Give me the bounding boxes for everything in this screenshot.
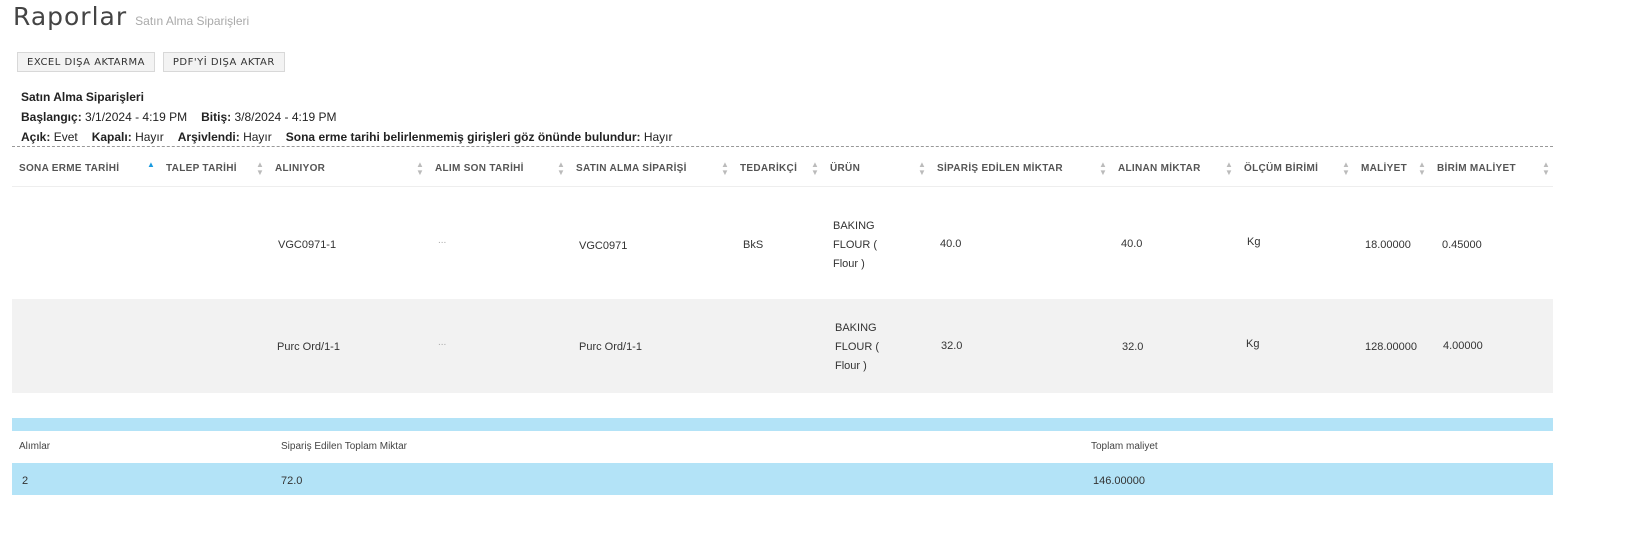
col-header-purchase-order[interactable]: SATIN ALMA SİPARİŞİ xyxy=(576,163,687,174)
page-title: Raporlar xyxy=(13,2,128,31)
sort-icon[interactable]: ▲ ▼ xyxy=(811,161,819,177)
summary-receipts-value: 2 xyxy=(22,475,29,487)
closed-value: Hayır xyxy=(135,130,164,144)
cell-cost: 18.00000 xyxy=(1365,239,1411,251)
col-header-request-date[interactable]: TALEP TARİHİ xyxy=(166,163,237,174)
sort-icon[interactable]: ▲ ▼ xyxy=(1225,161,1233,177)
page-subtitle: Satın Alma Siparişleri xyxy=(135,14,250,28)
cell-unit: Kg xyxy=(1247,236,1261,248)
sort-icon[interactable]: ▲ ▼ xyxy=(557,161,565,177)
cell-ordered-qty: 32.0 xyxy=(941,340,963,352)
col-header-receiving[interactable]: ALINIYOR xyxy=(275,163,325,174)
cell-deadline: ... xyxy=(438,235,447,246)
table-row[interactable]: VGC0971-1 ... VGC0971 BkS BAKING FLOUR (… xyxy=(12,187,1553,299)
sort-icon[interactable]: ▲ ▼ xyxy=(1542,161,1550,177)
cell-purchase-order: VGC0971 xyxy=(579,240,628,252)
table-header: SONA ERME TARİHİ ▲ TALEP TARİHİ ▲ ▼ ALINI… xyxy=(12,151,1553,187)
sort-icon[interactable]: ▲ ▼ xyxy=(1418,161,1426,177)
col-header-unit[interactable]: ÖLÇÜM BİRİMİ xyxy=(1244,163,1318,174)
summary-header: Alımlar Sipariş Edilen Toplam Miktar Top… xyxy=(12,431,1553,463)
summary-total-ordered-value: 72.0 xyxy=(281,475,303,487)
open-value: Evet xyxy=(53,130,78,144)
sort-icon[interactable]: ▲ ▼ xyxy=(721,161,729,177)
cell-received-qty: 40.0 xyxy=(1121,238,1143,250)
cell-product: BAKING FLOUR ( Flour ) xyxy=(835,322,879,372)
cell-deadline: ... xyxy=(438,337,447,348)
cell-purchase-order: Purc Ord/1-1 xyxy=(579,341,642,353)
summary-total-cost-value: 146.00000 xyxy=(1093,475,1145,487)
end-value: 3/8/2024 - 4:19 PM xyxy=(234,110,337,124)
archived-label: Arşivlendi: xyxy=(177,130,240,144)
col-header-supplier[interactable]: TEDARİKÇİ xyxy=(740,163,797,174)
start-label: Başlangıç: xyxy=(21,110,82,124)
archived-value: Hayır xyxy=(243,130,272,144)
report-info: Satın Alma Siparişleri Başlangıç: 3/1/20… xyxy=(21,87,673,147)
table-row[interactable]: Purc Ord/1-1 ... Purc Ord/1-1 BAKING FLO… xyxy=(12,299,1553,393)
cell-ordered-qty: 40.0 xyxy=(940,238,962,250)
end-label: Bitiş: xyxy=(201,110,232,124)
summary-header-total-ordered: Sipariş Edilen Toplam Miktar xyxy=(281,441,407,452)
export-pdf-button[interactable]: PDF'Yİ DIŞA AKTAR xyxy=(162,52,285,72)
col-header-cost[interactable]: MALİYET xyxy=(1361,163,1407,174)
cell-received-qty: 32.0 xyxy=(1122,341,1144,353)
col-header-unit-cost[interactable]: BİRİM MALİYET xyxy=(1437,163,1516,174)
sort-asc-icon[interactable]: ▲ xyxy=(147,161,155,169)
sort-icon[interactable]: ▲ ▼ xyxy=(918,161,926,177)
cell-cost: 128.00000 xyxy=(1365,341,1417,353)
export-excel-button[interactable]: EXCEL DIŞA AKTARMA xyxy=(17,52,155,72)
open-label: Açık: xyxy=(21,130,51,144)
toolbar: EXCEL DIŞA AKTARMA PDF'Yİ DIŞA AKTAR xyxy=(17,52,285,72)
closed-label: Kapalı: xyxy=(91,130,132,144)
col-header-ordered-qty[interactable]: SİPARİŞ EDİLEN MİKTAR xyxy=(937,163,1063,174)
sort-icon[interactable]: ▲ ▼ xyxy=(1099,161,1107,177)
purchase-orders-table: SONA ERME TARİHİ ▲ TALEP TARİHİ ▲ ▼ ALINI… xyxy=(12,151,1553,393)
no-expiry-value: Hayır xyxy=(643,130,673,144)
cell-unit-cost: 0.45000 xyxy=(1442,239,1482,251)
summary-bar xyxy=(12,418,1553,431)
cell-product: BAKING FLOUR ( Flour ) xyxy=(833,220,877,270)
cell-supplier: BkS xyxy=(743,239,764,251)
page-header: Raporlar Satın Alma Siparişleri xyxy=(13,2,249,32)
col-header-product[interactable]: ÜRÜN xyxy=(830,163,860,174)
report-title: Satın Alma Siparişleri xyxy=(21,90,144,104)
cell-unit: Kg xyxy=(1246,338,1260,350)
sort-icon[interactable]: ▲ ▼ xyxy=(416,161,424,177)
cell-unit-cost: 4.00000 xyxy=(1443,340,1483,352)
summary-header-receipts: Alımlar xyxy=(19,441,51,452)
cell-receiving: VGC0971-1 xyxy=(278,239,337,251)
summary-row: 2 72.0 146.00000 xyxy=(12,463,1553,495)
col-header-expiry[interactable]: SONA ERME TARİHİ xyxy=(19,163,119,174)
col-header-receive-deadline[interactable]: ALIM SON TARİHİ xyxy=(435,163,524,174)
divider xyxy=(12,146,1553,147)
sort-icon[interactable]: ▲ ▼ xyxy=(1342,161,1350,177)
summary-header-total-cost: Toplam maliyet xyxy=(1091,441,1158,452)
cell-receiving: Purc Ord/1-1 xyxy=(277,341,340,353)
no-expiry-label: Sona erme tarihi belirlenmemiş girişleri… xyxy=(285,130,641,144)
col-header-received-qty[interactable]: ALINAN MİKTAR xyxy=(1118,163,1201,174)
sort-icon[interactable]: ▲ ▼ xyxy=(256,161,264,177)
start-value: 3/1/2024 - 4:19 PM xyxy=(85,110,188,124)
